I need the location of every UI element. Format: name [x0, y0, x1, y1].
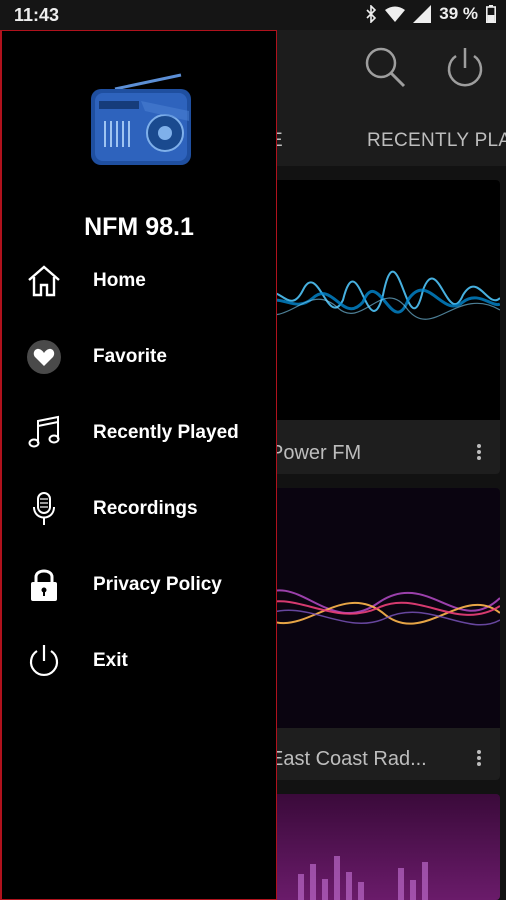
navigation-drawer: NFM 98.1 Home Favorite Recently Played R…	[0, 30, 277, 900]
battery-percent: 39 %	[439, 4, 478, 23]
menu-item-favorite[interactable]: Favorite	[2, 329, 276, 385]
home-icon	[26, 263, 62, 299]
menu-item-recordings[interactable]: Recordings	[2, 481, 276, 537]
microphone-icon	[26, 491, 62, 527]
signal-icon	[413, 5, 432, 23]
station-name: NFM 98.1	[84, 213, 194, 241]
station-card[interactable]: Power FM	[258, 180, 500, 474]
station-artwork	[258, 180, 500, 420]
menu-item-exit[interactable]: Exit	[2, 633, 276, 689]
menu-label: Recordings	[93, 498, 198, 519]
menu-label: Recently Played	[93, 422, 239, 443]
station-title: Power FM	[270, 442, 362, 464]
menu-label: Privacy Policy	[93, 574, 222, 595]
radio-logo	[91, 73, 191, 165]
music-note-icon	[26, 415, 62, 451]
bluetooth-icon	[366, 5, 377, 23]
lock-icon	[26, 567, 62, 603]
power-icon	[26, 643, 62, 679]
battery-icon	[486, 5, 496, 23]
station-artwork	[258, 488, 500, 728]
wifi-icon	[385, 6, 406, 22]
status-time: 11:43	[14, 5, 60, 25]
more-vert-icon[interactable]	[476, 748, 482, 768]
station-artwork	[258, 794, 500, 900]
tab-recently-played[interactable]: RECENTLY PLA	[367, 130, 506, 152]
heart-icon	[26, 339, 62, 375]
menu-item-privacy-policy[interactable]: Privacy Policy	[2, 557, 276, 613]
station-card[interactable]: East Coast Rad...	[258, 488, 500, 780]
station-card[interactable]	[258, 794, 500, 900]
status-icons: 39 %	[365, 4, 496, 24]
search-icon[interactable]	[362, 44, 408, 90]
menu-label: Favorite	[93, 346, 167, 367]
more-vert-icon[interactable]	[476, 442, 482, 462]
status-bar: 11:43 39 %	[0, 0, 506, 30]
power-icon[interactable]	[442, 44, 488, 90]
menu-item-recently-played[interactable]: Recently Played	[2, 405, 276, 461]
menu-label: Home	[93, 270, 146, 291]
menu-label: Exit	[93, 650, 128, 671]
menu-item-home[interactable]: Home	[2, 253, 276, 309]
station-title: East Coast Rad...	[270, 748, 427, 770]
